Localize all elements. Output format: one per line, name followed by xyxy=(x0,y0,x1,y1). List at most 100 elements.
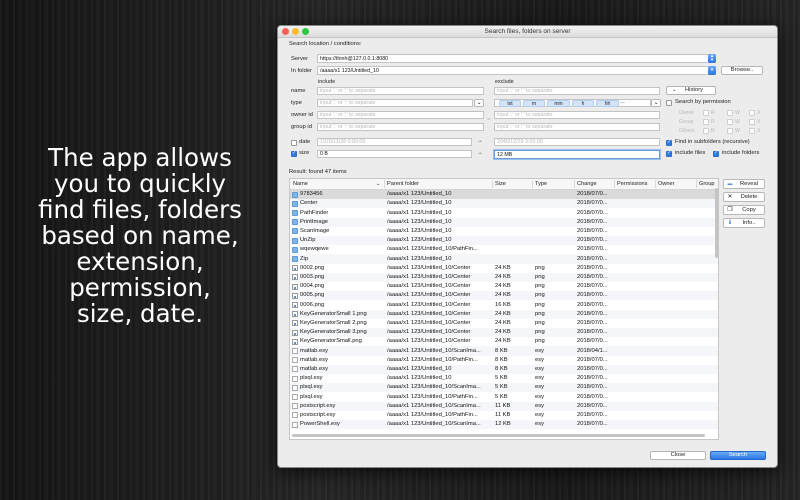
table-row[interactable]: 0003.png/aaaa/x1 123/Untitled_10/Center 2… xyxy=(290,272,718,282)
search-by-permission-checkbox[interactable] xyxy=(666,100,672,106)
owner-exclude-input[interactable] xyxy=(494,111,660,119)
group-include-input[interactable] xyxy=(317,123,484,131)
perm-checkbox[interactable] xyxy=(749,128,755,134)
history-button[interactable]: ⌄ History xyxy=(666,86,716,95)
table-row[interactable]: 9783456/aaaa/x1 123/Untitled_10 2018/07/0… xyxy=(290,190,718,200)
column-header-group[interactable]: Group xyxy=(699,181,715,187)
type-include-dropdown-icon[interactable]: ⌄ xyxy=(474,99,484,107)
column-divider[interactable] xyxy=(696,180,697,188)
column-divider[interactable] xyxy=(384,180,385,188)
table-row[interactable]: matlab.esy/aaaa/x1 123/Untitled_10/PathF… xyxy=(290,356,718,365)
search-button[interactable]: Search xyxy=(710,451,766,460)
server-dropdown-icon[interactable]: ▴ ▾ xyxy=(708,54,716,63)
type-tag[interactable]: m xyxy=(523,100,545,107)
browse-button[interactable]: Browse.. xyxy=(721,66,763,75)
folder-dropdown-icon[interactable]: ▾ xyxy=(708,66,716,75)
table-row[interactable]: 0002.png/aaaa/x1 123/Untitled_10/Center 2… xyxy=(290,264,718,273)
table-row[interactable]: KeyGeneratorSmall 1.png/aaaa/x1 123/Unti… xyxy=(290,309,718,319)
column-divider[interactable] xyxy=(614,180,615,188)
perm-checkbox[interactable] xyxy=(727,110,733,116)
column-header-permissions[interactable]: Permissions xyxy=(617,181,647,187)
column-header-name[interactable]: Name xyxy=(293,181,308,187)
reveal-button[interactable]: ▬ Reveal xyxy=(723,179,765,189)
type-tag[interactable]: mm xyxy=(547,100,570,107)
perm-checkbox[interactable] xyxy=(703,119,709,125)
perm-row-name: Group xyxy=(679,119,694,125)
include-files-checkbox[interactable] xyxy=(666,150,672,157)
size-to-input[interactable] xyxy=(494,150,660,159)
column-divider[interactable] xyxy=(574,180,575,188)
table-row[interactable]: KeyGeneratorSmall 3.png/aaaa/x1 123/Unti… xyxy=(290,328,718,338)
table-row[interactable]: 0006.png/aaaa/x1 123/Untitled_10/Center 1… xyxy=(290,300,718,309)
perm-checkbox[interactable] xyxy=(727,128,733,134)
window-titlebar[interactable]: Search files, folders on server xyxy=(278,26,777,38)
table-row[interactable]: KeyGeneratorSmall.png/aaaa/x1 123/Untitl… xyxy=(290,337,718,346)
cell-parent-folder: /aaaa/x1 123/Untitled_10/Center xyxy=(387,264,471,271)
type-tag[interactable]: txt xyxy=(499,100,521,107)
folder-field[interactable] xyxy=(317,66,716,75)
table-row[interactable]: postscript.esy/aaaa/x1 123/Untitled_10/S… xyxy=(290,401,718,411)
perm-checkbox[interactable] xyxy=(703,128,709,134)
table-row[interactable]: plsql.esy/aaaa/x1 123/Untitled_10 5 KB esy… xyxy=(290,374,718,383)
table-row[interactable]: postscript.esy/aaaa/x1 123/Untitled_10/P… xyxy=(290,411,718,420)
horizontal-scrollbar[interactable] xyxy=(292,434,705,437)
cell-name: postscript.esy xyxy=(300,402,336,409)
folder-icon xyxy=(292,246,298,253)
date-checkbox[interactable] xyxy=(291,140,297,146)
column-header-type[interactable]: Type xyxy=(535,181,547,187)
name-exclude-input[interactable] xyxy=(494,87,660,95)
cell-change: 2018/07/0... xyxy=(577,356,608,363)
size-from-input[interactable] xyxy=(317,150,472,158)
table-row[interactable]: KeyGeneratorSmall 2.png/aaaa/x1 123/Unti… xyxy=(290,319,718,328)
table-row[interactable]: matlab.esy/aaaa/x1 123/Untitled_10 8 KB es… xyxy=(290,364,718,374)
table-row[interactable]: wqewqewe/aaaa/x1 123/Untitled_10/PathFin… xyxy=(290,245,718,254)
column-header-change[interactable]: Change xyxy=(577,181,597,187)
perm-checkbox[interactable] xyxy=(749,110,755,116)
owner-include-input[interactable] xyxy=(317,111,484,119)
perm-checkbox[interactable] xyxy=(727,119,733,125)
table-row[interactable]: PrintImage/aaaa/x1 123/Untitled_10 2018/0… xyxy=(290,217,718,227)
results-table[interactable]: Name ⌄ Parent folder Size Type Change Pe… xyxy=(289,178,719,440)
table-row[interactable]: 0004.png/aaaa/x1 123/Untitled_10/Center 2… xyxy=(290,282,718,291)
column-header-parent[interactable]: Parent folder xyxy=(387,181,419,187)
date-from-input[interactable] xyxy=(317,138,472,146)
copy-button[interactable]: ❐ Copy xyxy=(723,205,765,215)
cell-parent-folder: /aaaa/x1 123/Untitled_10/Center xyxy=(387,273,471,280)
cell-size: 8 KB xyxy=(495,365,508,372)
close-button[interactable]: Close xyxy=(650,451,706,460)
table-row[interactable]: Center/aaaa/x1 123/Untitled_10 2018/07/0.… xyxy=(290,199,718,209)
table-row[interactable]: UnZip/aaaa/x1 123/Untitled_10 2018/07/0..… xyxy=(290,236,718,246)
group-exclude-input[interactable] xyxy=(494,123,660,131)
column-divider[interactable] xyxy=(532,180,533,188)
date-to-input[interactable] xyxy=(494,138,660,146)
column-divider[interactable] xyxy=(492,180,493,188)
server-field[interactable] xyxy=(317,54,716,63)
table-row[interactable]: PowerShell.esy/aaaa/x1 123/Untitled_10/S… xyxy=(290,420,718,430)
name-include-input[interactable] xyxy=(317,87,484,95)
column-header-owner[interactable]: Owner xyxy=(658,181,674,187)
size-checkbox[interactable] xyxy=(291,150,297,157)
info-button[interactable]: ℹ Info.. xyxy=(723,218,765,228)
column-header-size[interactable]: Size xyxy=(495,181,506,187)
include-folders-checkbox[interactable] xyxy=(713,150,719,157)
type-exclude-dropdown-icon[interactable]: ⌄ xyxy=(651,99,661,107)
table-row[interactable]: plsql.esy/aaaa/x1 123/Untitled_10/PathFi… xyxy=(290,392,718,401)
cell-change: 2018/07/0... xyxy=(577,246,608,253)
type-tag[interactable]: h xyxy=(572,100,594,107)
type-tag[interactable]: hh xyxy=(596,100,619,107)
find-in-subfolders-checkbox[interactable] xyxy=(666,139,672,146)
table-row[interactable]: Zip/aaaa/x1 123/Untitled_10 2018/07/0... xyxy=(290,254,718,264)
perm-checkbox[interactable] xyxy=(703,110,709,116)
column-divider[interactable] xyxy=(655,180,656,188)
table-row[interactable]: ScanImage/aaaa/x1 123/Untitled_10 2018/07… xyxy=(290,227,718,236)
cell-size: 24 KB xyxy=(495,292,511,299)
delete-button[interactable]: ✕ Delete xyxy=(723,192,765,202)
table-row[interactable]: matlab.esy/aaaa/x1 123/Untitled_10/ScanI… xyxy=(290,346,718,356)
table-row[interactable]: PathFinder/aaaa/x1 123/Untitled_10 2018/0… xyxy=(290,208,718,217)
cell-name: UnZip xyxy=(300,237,316,244)
vertical-scrollbar[interactable] xyxy=(715,188,718,258)
type-include-input[interactable] xyxy=(317,99,473,107)
table-row[interactable]: 0005.png/aaaa/x1 123/Untitled_10/Center 2… xyxy=(290,291,718,301)
perm-checkbox[interactable] xyxy=(749,119,755,125)
table-row[interactable]: plsql.esy/aaaa/x1 123/Untitled_10/ScanIm… xyxy=(290,383,718,393)
